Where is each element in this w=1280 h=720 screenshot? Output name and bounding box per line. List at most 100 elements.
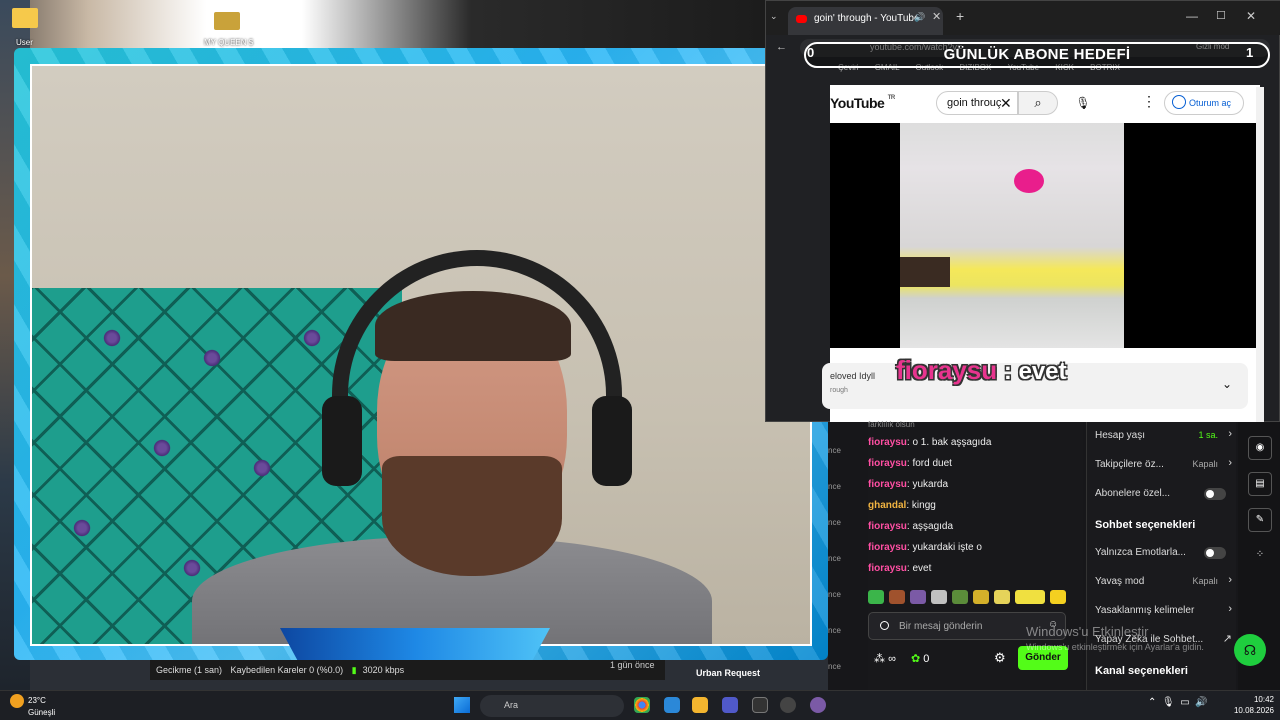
person-beard — [382, 456, 562, 576]
clear-search-icon[interactable]: ✕ — [1000, 95, 1012, 112]
chat-username[interactable]: fioraysu — [868, 542, 907, 553]
chevron-right-icon: › — [1228, 574, 1232, 586]
webcam-thumbnails-strip — [30, 0, 765, 50]
chat-username[interactable]: fioraysu — [868, 437, 907, 448]
system-clock[interactable]: 10:42 10.08.2026 — [1232, 694, 1274, 716]
youtube-logo-text: YouTube — [830, 95, 885, 111]
emote-icon[interactable] — [952, 590, 968, 604]
chat-message[interactable]: ghandal: kingg — [868, 495, 1083, 516]
toggle-switch[interactable] — [1204, 488, 1226, 500]
apps-icon[interactable]: ⁘ — [1248, 544, 1272, 568]
video-subtitle: rough — [830, 387, 848, 394]
points-value: 0 — [923, 653, 930, 665]
emote-icon[interactable] — [868, 590, 884, 604]
discord-icon[interactable] — [810, 697, 826, 713]
headphones-ear-right — [592, 396, 632, 486]
chat-message[interactable]: fioraysu: o 1. bak aşşagıda — [868, 432, 1083, 453]
chat-username[interactable]: fioraysu — [868, 479, 907, 490]
video-player[interactable] — [830, 123, 1260, 348]
signin-button[interactable]: Oturum aç — [1164, 91, 1244, 115]
chat-message[interactable]: fioraysu: yukardaki işte o — [868, 537, 1083, 558]
chat-message[interactable]: fioraysu: aşşagıda — [868, 516, 1083, 537]
emote-icon[interactable] — [1015, 590, 1045, 604]
setting-followers-only[interactable]: Takipçilere öz... Kapalı › — [1087, 451, 1236, 480]
microphone-icon[interactable]: 🎙 — [1072, 92, 1094, 114]
browser-tab-bar: ⌄ goin' through - YouTube 🔊 ✕ + — ☐ ✕ — [766, 1, 1280, 35]
chat-username[interactable]: fioraysu — [868, 521, 907, 532]
teams-icon[interactable] — [722, 697, 738, 713]
app-icon[interactable] — [664, 697, 680, 713]
points-icon[interactable]: ✿ — [911, 653, 920, 665]
setting-subscribers-only[interactable]: Abonelere özel... — [1087, 480, 1236, 509]
time-label: nce — [828, 446, 841, 455]
headphones-ear-left — [322, 396, 362, 486]
chat-username[interactable]: fioraysu — [868, 458, 907, 469]
external-link-icon: ↗ — [1222, 633, 1232, 645]
back-icon[interactable]: ← — [776, 41, 787, 53]
chat-message[interactable]: fioraysu: ford duet — [868, 453, 1083, 474]
setting-account-age[interactable]: Hesap yaşı 1 sa. › — [1087, 422, 1236, 451]
close-tab-icon[interactable]: ✕ — [932, 10, 941, 23]
urban-request-label: Urban Request — [696, 668, 761, 678]
weather-desc: Güneşli — [28, 708, 56, 717]
dropped-frames-status: Kaybedilen Kareler 0 (%0.0) — [230, 665, 344, 675]
search-icon[interactable]: ⌕ — [1018, 91, 1058, 115]
wrench-icon[interactable]: ✎ — [1248, 508, 1272, 532]
more-options-icon[interactable]: ⋮ — [1142, 93, 1156, 110]
tab-search-icon[interactable]: ⌄ — [770, 11, 778, 22]
chat-username[interactable]: fioraysu — [868, 563, 907, 574]
windows-start-icon[interactable] — [454, 697, 470, 713]
setting-slow-mode[interactable]: Yavaş mod Kapalı › — [1087, 568, 1236, 597]
speaker-icon[interactable]: 🔊 — [914, 12, 925, 23]
chat-text: evet — [912, 563, 932, 574]
chat-message[interactable]: fioraysu: yukarda — [868, 474, 1083, 495]
epic-games-icon[interactable] — [752, 697, 768, 713]
obs-icon[interactable] — [780, 697, 796, 713]
maximize-button[interactable]: ☐ — [1216, 9, 1226, 22]
chevron-down-icon[interactable]: ⌄ — [1222, 377, 1232, 391]
close-window-button[interactable]: ✕ — [1246, 9, 1256, 23]
chat-overlay-text: evet — [1018, 358, 1067, 385]
latency-status: Gecikme (1 san) — [156, 665, 223, 675]
emote-icon[interactable] — [994, 590, 1010, 604]
video-content — [900, 257, 950, 287]
setting-label: Yasaklanmış kelimeler — [1095, 605, 1195, 616]
emote-icon[interactable] — [973, 590, 989, 604]
taskbar-search[interactable]: Ara — [480, 695, 624, 717]
chat-message[interactable]: fioraysu: evet — [868, 558, 1083, 579]
layout-icon[interactable]: ▤ — [1248, 472, 1272, 496]
minimize-button[interactable]: — — [1186, 9, 1198, 23]
file-explorer-icon[interactable] — [692, 697, 708, 713]
setting-emotes-only[interactable]: Yalnızca Emotlarla... — [1087, 539, 1236, 568]
youtube-logo[interactable]: YouTube TR — [830, 95, 895, 111]
windows-taskbar: 23°CGüneşli ⌕ Ara ⌃ 🎙 ▭ 🔊 10:4210.08.202… — [0, 690, 1280, 720]
scrollbar[interactable] — [1256, 87, 1264, 423]
pattern-flower — [302, 328, 322, 348]
emote-icon[interactable] — [889, 590, 905, 604]
emote-icon[interactable] — [910, 590, 926, 604]
user-icon[interactable] — [880, 621, 889, 630]
chrome-icon[interactable] — [634, 697, 650, 713]
folder-icon[interactable] — [214, 12, 240, 30]
gear-icon[interactable]: ⚙ — [994, 650, 1006, 666]
headset-support-icon[interactable]: ☊ — [1234, 634, 1266, 666]
toggle-switch[interactable] — [1204, 547, 1226, 559]
broadcast-icon[interactable]: ◉ — [1248, 436, 1272, 460]
activity-times: nce nce nce nce nce nce nce — [828, 422, 868, 690]
chat-truncated: farklılık olsun — [868, 420, 915, 429]
clock-date: 10.08.2026 — [1233, 706, 1274, 715]
chevron-right-icon: › — [1228, 457, 1232, 469]
weather-temp: 23°C — [28, 696, 46, 706]
system-tray[interactable]: ⌃ 🎙 ▭ 🔊 — [1148, 697, 1208, 708]
emote-icon[interactable] — [1050, 590, 1066, 604]
setting-banned-words[interactable]: Yasaklanmış kelimeler › — [1087, 597, 1236, 626]
section-chat-options: Sohbet seçenekleri — [1095, 519, 1196, 531]
chat-username[interactable]: ghandal — [868, 500, 906, 511]
chat-overlay-message: fioraysu : evet — [896, 355, 1067, 386]
weather-widget[interactable]: 23°C Güneşli — [10, 694, 55, 717]
emote-icon[interactable] — [931, 590, 947, 604]
new-tab-button[interactable]: + — [956, 8, 964, 24]
folder-icon[interactable] — [12, 8, 38, 28]
chevron-right-icon: › — [1228, 428, 1232, 440]
group-icon[interactable]: ⁂ — [874, 653, 885, 665]
